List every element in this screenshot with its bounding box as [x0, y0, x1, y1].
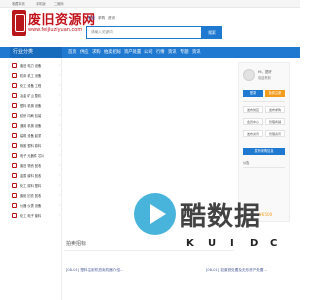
- chevron-right-icon: ›: [58, 83, 60, 87]
- watermark-letter: U: [208, 238, 217, 249]
- search-tab-buy[interactable]: 求购: [98, 16, 105, 21]
- nav-item-buy[interactable]: 求购: [92, 49, 101, 55]
- publish-buy-button[interactable]: 发布求购: [265, 106, 285, 113]
- category-icon: [12, 173, 17, 178]
- category-icon: [12, 63, 17, 68]
- nav-item-company[interactable]: 公司: [144, 49, 153, 55]
- publish-supply-button[interactable]: 发布供应: [243, 106, 263, 113]
- sidebar-item[interactable]: 冶金 矿山 整机 ›: [12, 92, 60, 101]
- watermark-letter: C: [270, 238, 278, 249]
- chevron-right-icon: ›: [58, 133, 60, 137]
- mobile-link[interactable]: 手机版: [36, 1, 46, 6]
- logo-url: www.feijiuziyuan.com: [28, 27, 83, 33]
- sidebar-item[interactable]: 废纸 旧衣 回收 ›: [12, 192, 60, 201]
- sidebar-item[interactable]: 建筑 设备 起重 ›: [12, 132, 60, 141]
- panel-divider: [243, 101, 285, 102]
- page-root: 收藏本页 手机版 二维码 废旧资源网 www.feijiuziyuan.com …: [0, 0, 300, 300]
- notice-label: 公告: [243, 161, 250, 165]
- chevron-right-icon: ›: [58, 113, 60, 117]
- search-tab-supply[interactable]: 供应: [88, 16, 95, 21]
- watermark-letter: K: [186, 238, 194, 249]
- chevron-right-icon: ›: [58, 123, 60, 127]
- nav-item-topic[interactable]: 专题: [180, 49, 189, 55]
- sidebar-item[interactable]: 电子 元器件 芯片 ›: [12, 152, 60, 161]
- category-icon: [12, 143, 17, 148]
- sidebar-item[interactable]: 化工 设备 工程 ›: [12, 82, 60, 91]
- category-icon: [12, 203, 17, 208]
- category-menu-button[interactable]: 行业分类: [10, 47, 62, 58]
- watermark-letter: I: [230, 238, 234, 249]
- avatar: [243, 69, 255, 81]
- chevron-right-icon: ›: [58, 63, 60, 67]
- sidebar-item[interactable]: 纺织 印刷 包装 ›: [12, 112, 60, 121]
- publish-purchase-button[interactable]: 发布采购信息: [243, 148, 285, 155]
- watermark-text: 酷数据: [180, 202, 262, 232]
- chevron-right-icon: ›: [58, 153, 60, 157]
- chevron-right-icon: ›: [58, 193, 60, 197]
- publish-news-button[interactable]: 发布资讯: [243, 130, 263, 137]
- nav-item-home[interactable]: 首页: [68, 49, 77, 55]
- member-center-button[interactable]: 会员中心: [243, 118, 263, 125]
- search-button[interactable]: 搜索: [202, 26, 222, 39]
- watermark-letter: D: [250, 238, 259, 249]
- nav-item-assets[interactable]: 资产处置: [124, 49, 141, 55]
- chevron-right-icon: ›: [58, 93, 60, 97]
- sidebar-item[interactable]: 金属 废料 回收 ›: [12, 172, 60, 181]
- category-icon: [12, 93, 17, 98]
- sidebar-item[interactable]: 化工 电子 废料 ›: [12, 212, 60, 221]
- search-tab-news[interactable]: 资讯: [108, 16, 115, 21]
- news-link[interactable]: [08-01] 塑料注射机拍卖机器介绍...: [66, 268, 123, 273]
- play-icon: [150, 204, 166, 224]
- chevron-right-icon: ›: [58, 183, 60, 187]
- category-icon: [12, 73, 17, 78]
- category-icon: [12, 183, 17, 188]
- chevron-right-icon: ›: [58, 143, 60, 147]
- nav-item-auction[interactable]: 拍卖招标: [104, 49, 121, 55]
- nav-item-info[interactable]: 资讯: [168, 49, 177, 55]
- category-icon: [12, 123, 17, 128]
- chevron-right-icon: ›: [58, 213, 60, 217]
- bookmark-link[interactable]: 收藏本页: [12, 1, 25, 6]
- sidebar-item[interactable]: 塑料 机械 设备 ›: [12, 102, 60, 111]
- welcome-text: 欢迎来到: [258, 76, 271, 80]
- category-icon: [12, 163, 17, 168]
- category-icon: [12, 113, 17, 118]
- category-icon: [12, 83, 17, 88]
- sidebar-item[interactable]: 通用 机械 设备 ›: [12, 122, 60, 131]
- section-divider: [64, 250, 234, 251]
- greeting-text: Hi，您好: [258, 70, 272, 74]
- qrcode-link[interactable]: 二维码: [54, 1, 64, 6]
- logo-icon[interactable]: [12, 10, 26, 36]
- sidebar-item[interactable]: 废旧 电力 设备 ›: [12, 62, 60, 71]
- category-icon: [12, 153, 17, 158]
- news-link[interactable]: [08-01] 如废铁处置及无形资产处置...: [206, 268, 267, 273]
- category-icon: [12, 133, 17, 138]
- chevron-right-icon: ›: [58, 163, 60, 167]
- chevron-right-icon: ›: [58, 203, 60, 207]
- category-icon: [12, 193, 17, 198]
- sidebar-item[interactable]: 橡胶 塑料 原料 ›: [12, 142, 60, 151]
- login-button[interactable]: 登录: [243, 90, 263, 97]
- chevron-right-icon: ›: [58, 173, 60, 177]
- sidebar-item[interactable]: 化工 原料 塑料 ›: [12, 182, 60, 191]
- nav-item-market[interactable]: 行情: [156, 49, 165, 55]
- search-input[interactable]: 请输入关键词: [86, 26, 202, 39]
- sidebar-item[interactable]: 仪器 仪表 设备 ›: [12, 202, 60, 211]
- category-icon: [12, 213, 17, 218]
- panel-divider: [243, 167, 285, 168]
- sidebar-item[interactable]: 废旧 物资 回收 ›: [12, 162, 60, 171]
- chevron-right-icon: ›: [58, 73, 60, 77]
- sidebar-item[interactable]: 机床 机工 设备 ›: [12, 72, 60, 81]
- manage-shop-button[interactable]: 管理商铺: [265, 118, 285, 125]
- category-icon: [12, 103, 17, 108]
- manage-news-button[interactable]: 管理资讯: [265, 130, 285, 137]
- nav-item-supply[interactable]: 供应: [80, 49, 89, 55]
- register-button[interactable]: 免费注册: [265, 90, 285, 97]
- chevron-right-icon: ›: [58, 103, 60, 107]
- auction-section-title[interactable]: 拍卖招标: [66, 240, 86, 247]
- nav-item-news[interactable]: 资讯: [192, 49, 201, 55]
